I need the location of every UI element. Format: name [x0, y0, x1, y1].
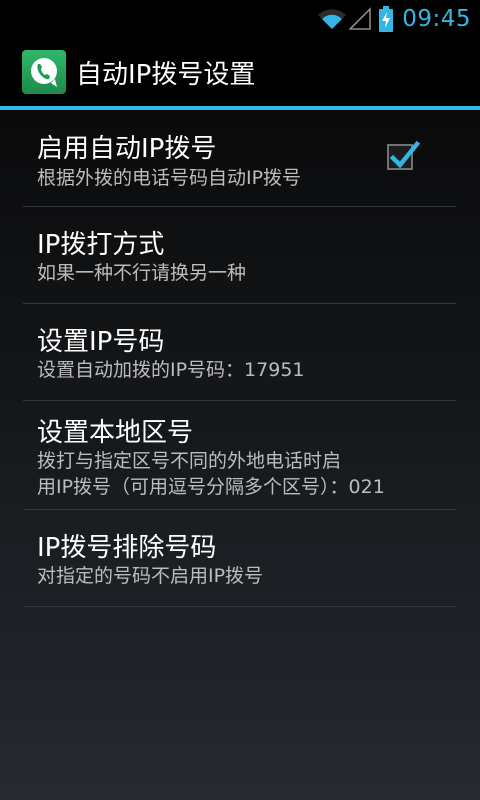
checkmark-icon — [389, 140, 421, 169]
pref-set-local-area-code[interactable]: 设置本地区号 拨打与指定区号不同的外地电话时启 用IP拨号（可用逗号分隔多个区号… — [23, 401, 456, 510]
pref-summary: 如果一种不行请换另一种 — [37, 262, 247, 284]
pref-summary: 对指定的号码不启用IP拨号 — [37, 565, 264, 587]
pref-summary: 设置自动加拨的IP号码：17951 — [37, 359, 305, 381]
pref-title: 启用自动IP拨号 — [37, 134, 217, 164]
pref-title: 设置IP号码 — [37, 327, 165, 357]
status-icons: 09:45 — [317, 0, 480, 38]
pref-set-ip-number[interactable]: 设置IP号码 设置自动加拨的IP号码：17951 — [23, 304, 456, 401]
pref-summary-line-1: 拨打与指定区号不同的外地电话时启 — [37, 450, 342, 472]
pref-summary: 根据外拨的电话号码自动IP拨号 — [37, 167, 302, 189]
pref-ip-dial-mode[interactable]: IP拨打方式 如果一种不行请换另一种 — [23, 207, 456, 304]
pref-title: IP拨号排除号码 — [37, 533, 217, 563]
pref-ip-exclude-numbers[interactable]: IP拨号排除号码 对指定的号码不启用IP拨号 — [23, 510, 456, 607]
preference-list: 启用自动IP拨号 根据外拨的电话号码自动IP拨号 IP拨打方式 如果一种不行请换… — [0, 110, 480, 800]
battery-charging-icon — [379, 6, 394, 32]
pref-title: 设置本地区号 — [37, 418, 194, 448]
pref-title: IP拨打方式 — [37, 230, 165, 260]
pref-summary-line-2: 用IP拨号（可用逗号分隔多个区号）：021 — [37, 476, 385, 498]
action-bar: 自动IP拨号设置 — [0, 38, 480, 106]
phone-app-icon[interactable] — [22, 50, 66, 94]
page-title: 自动IP拨号设置 — [76, 59, 256, 90]
status-clock: 09:45 — [402, 6, 471, 32]
enable-auto-ip-checkbox[interactable] — [387, 140, 421, 170]
wifi-icon — [317, 7, 347, 31]
pref-enable-auto-ip[interactable]: 启用自动IP拨号 根据外拨的电话号码自动IP拨号 — [23, 110, 456, 207]
status-bar: 09:45 — [0, 0, 480, 38]
signal-icon — [349, 7, 372, 31]
